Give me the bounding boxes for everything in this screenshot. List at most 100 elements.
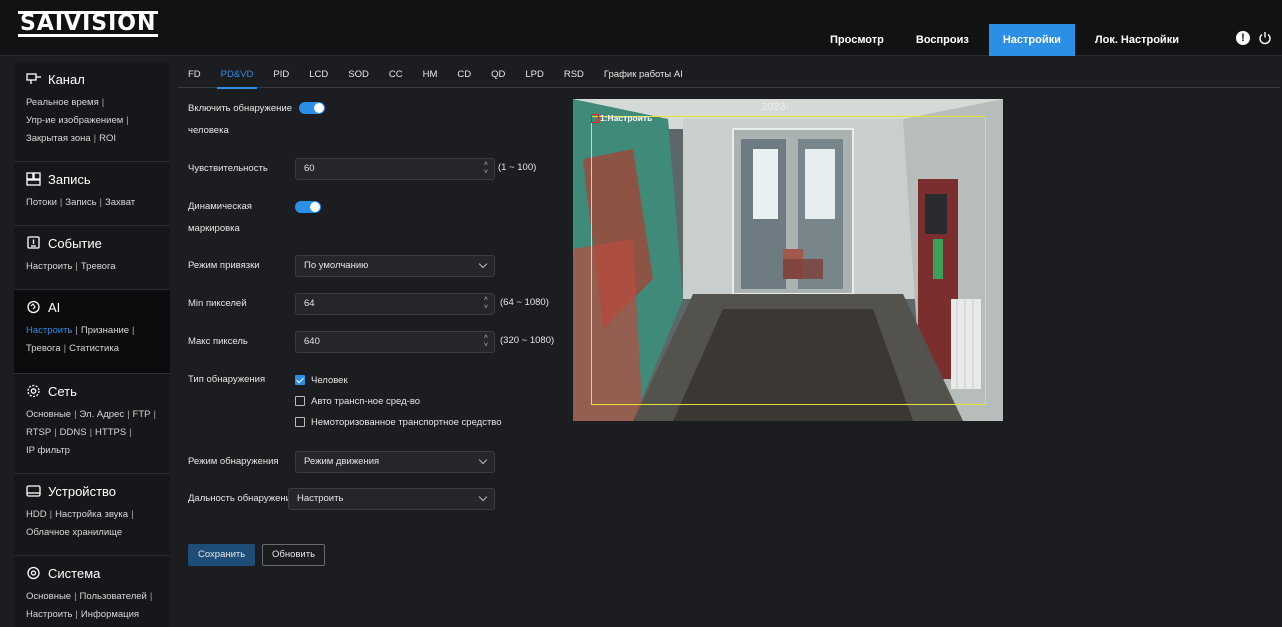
min-pixels-input[interactable]: 64 ˄ ˅ — [295, 293, 495, 315]
checkbox-non-motor-vehicle-box[interactable] — [295, 417, 305, 427]
top-bar: SAIVISION Просмотр Воспроиз Настройки Ло… — [0, 0, 1282, 56]
tab-pid[interactable]: PID — [263, 62, 299, 88]
enable-detection-toggle[interactable] — [298, 102, 325, 115]
link-net-ip-filter[interactable]: IP фильтр — [26, 445, 70, 456]
link-streams[interactable]: Потоки — [26, 197, 57, 208]
detection-region-label: 1:Настроить — [591, 113, 652, 123]
enable-detection-label: Включить обнаружение — [188, 103, 293, 114]
event-icon — [27, 236, 40, 249]
alert-icon[interactable]: ! — [1236, 31, 1250, 45]
tab-pdvd[interactable]: PD&VD — [211, 62, 264, 89]
power-icon[interactable] — [1258, 31, 1272, 45]
nav-settings[interactable]: Настройки — [988, 24, 1075, 56]
link-capture[interactable]: Захват — [105, 197, 135, 208]
tab-qd[interactable]: QD — [481, 62, 515, 88]
channel-icon — [26, 73, 41, 84]
sidebar-section-channel: Канал Реальное время | Упр-ие изображение… — [14, 62, 170, 162]
detection-range-select[interactable]: Настроить — [288, 488, 495, 510]
checkbox-person-box[interactable] — [295, 375, 305, 385]
link-net-ddns[interactable]: DDNS — [60, 427, 87, 438]
link-privacy-zone[interactable]: Закрытая зона — [26, 133, 91, 144]
brand-logo: SAIVISION — [18, 11, 159, 37]
link-recording[interactable]: Запись — [65, 197, 96, 208]
min-pixels-label: Min пикселей — [188, 298, 247, 309]
sidebar-section-device: Устройство HDD | Настройка звука | Облачное… — [14, 474, 170, 556]
link-sys-users[interactable]: Пользователей — [80, 591, 147, 602]
sidebar-title-network[interactable]: Сеть — [26, 380, 162, 402]
sidebar-title-ai[interactable]: AI — [26, 296, 162, 318]
detection-range-label: Дальность обнаружения — [188, 493, 297, 504]
link-event-setup[interactable]: Настроить — [26, 261, 72, 272]
camera-preview[interactable]: 2023- 1:Настроить — [573, 99, 1003, 421]
link-dev-audio[interactable]: Настройка звука — [55, 509, 128, 520]
dynamic-marking-toggle[interactable] — [295, 201, 321, 213]
sidebar-title-channel[interactable]: Канал — [26, 68, 162, 90]
sensitivity-spinner[interactable]: ˄ ˅ — [484, 161, 488, 177]
network-icon — [27, 384, 40, 398]
checkbox-non-motor-vehicle[interactable]: Немоторизованное транспортное средство — [295, 412, 502, 432]
link-event-alarm[interactable]: Тревога — [81, 261, 116, 272]
link-image-control[interactable]: Упр-ие изображением — [26, 115, 123, 126]
link-dev-cloud[interactable]: Облачное хранилище — [26, 527, 122, 538]
enable-detection-label-2: человека — [188, 125, 229, 136]
min-pixels-range: (64 ~ 1080) — [500, 297, 549, 308]
sidebar-title-system[interactable]: Система — [26, 562, 162, 584]
sidebar-section-network: Сеть Основные | Эл. Адрес | FTP | RTSP | DDNS | H… — [14, 374, 170, 474]
link-ai-recognition[interactable]: Признание — [81, 325, 129, 336]
nav-playback[interactable]: Воспроиз — [902, 24, 983, 56]
top-navigation: Просмотр Воспроиз Настройки Лок. Настрой… — [816, 24, 1193, 56]
link-ai-alarm[interactable]: Тревога — [26, 343, 61, 354]
link-sys-setup[interactable]: Настроить — [26, 609, 72, 620]
link-net-basic[interactable]: Основные — [26, 409, 71, 420]
sidebar: Канал Реальное время | Упр-ие изображение… — [14, 62, 170, 627]
tab-cc[interactable]: CC — [379, 62, 413, 88]
tab-lcd[interactable]: LCD — [299, 62, 338, 88]
sensitivity-label: Чувствительность — [188, 163, 268, 174]
device-icon — [26, 485, 41, 497]
ai-tabs: FD PD&VD PID LCD SOD CC HM CD QD LPD RSD… — [178, 62, 1280, 89]
tab-cd[interactable]: CD — [447, 62, 481, 88]
sidebar-title-record[interactable]: Запись — [26, 168, 162, 190]
detection-region-box[interactable] — [591, 116, 986, 405]
max-pixels-spinner[interactable]: ˄ ˅ — [484, 334, 488, 350]
nav-local-settings[interactable]: Лок. Настройки — [1081, 24, 1193, 56]
sidebar-section-system: Система Основные | Пользователей | Настроит… — [14, 556, 170, 627]
detection-mode-label: Режим обнаружения — [188, 456, 279, 467]
link-net-rtsp[interactable]: RTSP — [26, 427, 51, 438]
min-pixels-spinner[interactable]: ˄ ˅ — [484, 296, 488, 312]
sidebar-title-event[interactable]: Событие — [26, 232, 162, 254]
link-sys-info[interactable]: Информация — [81, 609, 139, 620]
link-realtime[interactable]: Реальное время — [26, 97, 99, 108]
save-button[interactable]: Сохранить — [188, 544, 256, 566]
link-sys-basic[interactable]: Основные — [26, 591, 71, 602]
checkbox-motor-vehicle[interactable]: Авто трансп-ное сред-во — [295, 391, 502, 411]
snap-mode-select[interactable]: По умолчанию — [295, 255, 495, 277]
max-pixels-input[interactable]: 640 ˄ ˅ — [295, 331, 495, 353]
refresh-button[interactable]: Обновить — [262, 544, 326, 566]
sensitivity-range: (1 ~ 100) — [498, 162, 537, 173]
link-net-https[interactable]: HTTPS — [95, 427, 126, 438]
link-ai-statistics[interactable]: Статистика — [69, 343, 119, 354]
video-timestamp: 2023- — [761, 101, 790, 113]
sidebar-title-device[interactable]: Устройство — [26, 480, 162, 502]
checkbox-person[interactable]: Человек — [295, 370, 502, 390]
detection-mode-select[interactable]: Режим движения — [295, 451, 495, 473]
tab-lpd[interactable]: LPD — [515, 62, 553, 88]
link-dev-hdd[interactable]: HDD — [26, 509, 47, 520]
link-roi[interactable]: ROI — [99, 133, 116, 144]
detection-type-label: Тип обнаружения — [188, 374, 266, 385]
tab-sod[interactable]: SOD — [338, 62, 379, 88]
sensitivity-input[interactable]: 60 ˄ ˅ — [295, 158, 495, 180]
top-icons: ! — [1236, 31, 1272, 45]
sidebar-section-event: Событие Настроить | Тревога — [14, 226, 170, 290]
tab-fd[interactable]: FD — [178, 62, 211, 88]
system-icon — [27, 566, 40, 580]
link-net-email[interactable]: Эл. Адрес — [80, 409, 125, 420]
checkbox-motor-vehicle-box[interactable] — [295, 396, 305, 406]
nav-preview[interactable]: Просмотр — [816, 24, 898, 56]
tab-rsd[interactable]: RSD — [554, 62, 594, 88]
link-net-ftp[interactable]: FTP — [133, 409, 151, 420]
tab-hm[interactable]: HM — [413, 62, 448, 88]
tab-ai-schedule[interactable]: График работы AI — [594, 62, 693, 88]
link-ai-setup[interactable]: Настроить — [26, 325, 72, 336]
